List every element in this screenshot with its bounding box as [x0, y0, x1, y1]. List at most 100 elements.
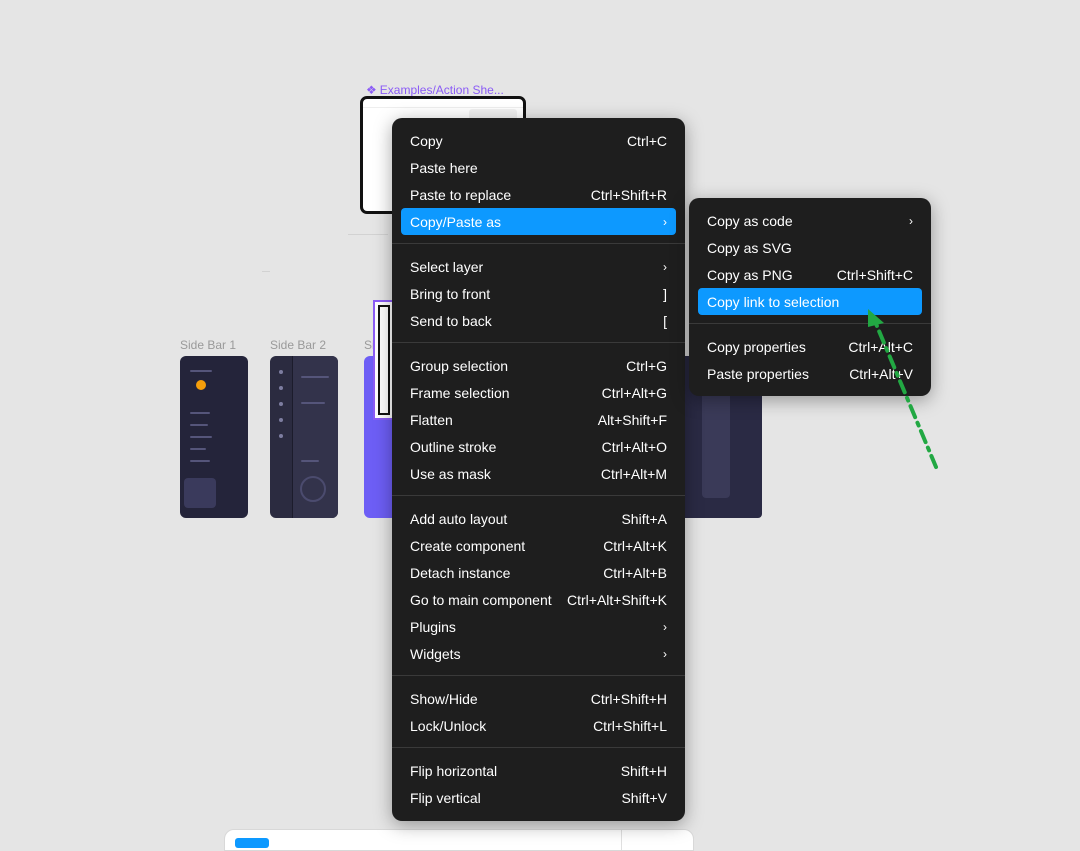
- menu-item-label: Copy properties: [707, 338, 806, 355]
- menu-item-label: Plugins: [410, 618, 456, 635]
- menu-item-label: Paste to replace: [410, 186, 512, 203]
- avatar: [196, 380, 206, 390]
- menu-item-copy-as-svg[interactable]: Copy as SVG: [698, 234, 922, 261]
- menu-item-label: Widgets: [410, 645, 461, 662]
- menu-separator: [392, 495, 685, 496]
- menu-item-label: Flip vertical: [410, 789, 481, 806]
- menu-separator: [392, 342, 685, 343]
- menu-item-shortcut: Ctrl+C: [626, 132, 667, 149]
- menu-item-shortcut: Ctrl+Alt+Shift+K: [567, 591, 667, 608]
- menu-item-paste-to-replace[interactable]: Paste to replace Ctrl+Shift+R: [401, 181, 676, 208]
- component-frame-name: Examples/Action She...: [379, 83, 504, 97]
- frame-label-side-bar-2[interactable]: Side Bar 2: [270, 338, 326, 352]
- gauge-preview: [300, 476, 326, 502]
- menu-item-bring-to-front[interactable]: Bring to front]: [401, 280, 676, 307]
- menu-item-flip-vertical[interactable]: Flip vertical Shift+V: [401, 784, 676, 811]
- ipad-status-bar: [363, 99, 523, 108]
- canvas-guide-line: [262, 271, 270, 272]
- menu-item-widgets[interactable]: Widgets ›: [401, 640, 676, 667]
- menu-item-shortcut: Shift+A: [621, 510, 667, 527]
- menu-item-detach-instance[interactable]: Detach instance Ctrl+Alt+B: [401, 559, 676, 586]
- menu-item-outline-stroke[interactable]: Outline stroke Ctrl+Alt+O: [401, 433, 676, 460]
- menu-separator: [392, 747, 685, 748]
- menu-item-label: Group selection: [410, 357, 509, 374]
- chevron-right-icon: ›: [909, 213, 913, 228]
- menu-item-shortcut: Ctrl+Alt+M: [600, 465, 667, 482]
- menu-item-show-hide[interactable]: Show/Hide Ctrl+Shift+H: [401, 685, 676, 712]
- menu-separator: [392, 243, 685, 244]
- menu-item-shortcut: Ctrl+Alt+O: [601, 438, 667, 455]
- menu-separator: [392, 675, 685, 676]
- menu-item-label: Use as mask: [410, 465, 491, 482]
- menu-item-go-to-main-component[interactable]: Go to main component Ctrl+Alt+Shift+K: [401, 586, 676, 613]
- menu-item-label: Add auto layout: [410, 510, 508, 527]
- menu-item-label: Go to main component: [410, 591, 552, 608]
- bottom-toolbar[interactable]: [224, 829, 694, 851]
- menu-item-shortcut: Ctrl+Shift+H: [590, 690, 667, 707]
- menu-item-copy-as-png[interactable]: Copy as PNG Ctrl+Shift+C: [698, 261, 922, 288]
- menu-item-label: Create component: [410, 537, 526, 554]
- menu-item-shortcut: Ctrl+Shift+R: [590, 186, 667, 203]
- menu-item-frame-selection[interactable]: Frame selection Ctrl+Alt+G: [401, 379, 676, 406]
- chevron-right-icon: ›: [663, 214, 667, 229]
- side-bar-4-panel: [702, 386, 730, 498]
- annotation-arrow: [868, 309, 938, 469]
- canvas-guide-line: [348, 234, 388, 235]
- menu-item-add-auto-layout[interactable]: Add auto layout Shift+A: [401, 505, 676, 532]
- menu-item-label: Detach instance: [410, 564, 511, 581]
- menu-item-label: Copy link to selection: [707, 293, 840, 310]
- component-icon: ❖: [366, 83, 377, 97]
- menu-item-shortcut: Shift+V: [621, 789, 667, 806]
- menu-item-lock-unlock[interactable]: Lock/Unlock Ctrl+Shift+L: [401, 712, 676, 739]
- menu-item-use-as-mask[interactable]: Use as mask Ctrl+Alt+M: [401, 460, 676, 487]
- selected-frame-inner: [378, 305, 390, 415]
- menu-item-label: Copy as SVG: [707, 239, 792, 256]
- menu-item-shortcut: Ctrl+G: [626, 357, 667, 374]
- menu-item-label: Copy as PNG: [707, 266, 793, 283]
- promo-card-preview: [184, 478, 216, 508]
- menu-item-shortcut: Alt+Shift+F: [597, 411, 667, 428]
- menu-item-copy-paste-as[interactable]: Copy/Paste as ›: [401, 208, 676, 235]
- menu-item-shortcut: [: [663, 312, 667, 329]
- menu-item-label: Flip horizontal: [410, 762, 498, 779]
- menu-item-flip-horizontal[interactable]: Flip horizontal Shift+H: [401, 757, 676, 784]
- menu-item-shortcut: Ctrl+Shift+L: [593, 717, 667, 734]
- component-frame-label[interactable]: ❖ Examples/Action She...: [366, 83, 504, 97]
- chevron-right-icon: ›: [663, 259, 667, 274]
- menu-item-label: Copy/Paste as: [410, 213, 502, 230]
- menu-item-shortcut: Ctrl+Alt+B: [603, 564, 667, 581]
- menu-item-label: Flatten: [410, 411, 453, 428]
- chevron-right-icon: ›: [663, 646, 667, 661]
- menu-item-shortcut: Ctrl+Alt+G: [601, 384, 667, 401]
- menu-item-flatten[interactable]: Flatten Alt+Shift+F: [401, 406, 676, 433]
- menu-item-shortcut: Shift+H: [620, 762, 667, 779]
- menu-item-label: Paste here: [410, 159, 478, 176]
- menu-item-shortcut: Ctrl+Alt+K: [603, 537, 667, 554]
- toolbar-active-tool[interactable]: [235, 838, 269, 848]
- menu-item-copy[interactable]: Copy Ctrl+C: [401, 127, 676, 154]
- menu-item-label: Send to back: [410, 312, 492, 329]
- menu-item-label: Frame selection: [410, 384, 510, 401]
- chevron-right-icon: ›: [663, 619, 667, 634]
- menu-item-label: Bring to front: [410, 285, 491, 302]
- frame-label-side-bar-1[interactable]: Side Bar 1: [180, 338, 236, 352]
- menu-item-create-component[interactable]: Create component Ctrl+Alt+K: [401, 532, 676, 559]
- toolbar-divider: [621, 830, 622, 850]
- menu-item-group-selection[interactable]: Group selection Ctrl+G: [401, 352, 676, 379]
- menu-item-label: Show/Hide: [410, 690, 478, 707]
- menu-item-label: Copy as code: [707, 212, 793, 229]
- context-menu: Copy Ctrl+C Paste here Paste to replace Ctrl…: [392, 118, 685, 821]
- menu-item-label: Lock/Unlock: [410, 717, 487, 734]
- menu-item-label: Copy: [410, 132, 443, 149]
- menu-item-label: Paste properties: [707, 365, 809, 382]
- menu-item-copy-as-code[interactable]: Copy as code ›: [698, 207, 922, 234]
- menu-item-label: Select layer: [410, 258, 484, 275]
- menu-item-shortcut: ]: [663, 285, 667, 302]
- arrow-head-icon: [868, 309, 884, 327]
- menu-item-shortcut: Ctrl+Shift+C: [836, 266, 913, 283]
- menu-item-plugins[interactable]: Plugins ›: [401, 613, 676, 640]
- menu-item-label: Outline stroke: [410, 438, 497, 455]
- menu-item-select-layer[interactable]: Select layer ›: [401, 253, 676, 280]
- menu-item-send-to-back[interactable]: Send to back [: [401, 307, 676, 334]
- menu-item-paste-here[interactable]: Paste here: [401, 154, 676, 181]
